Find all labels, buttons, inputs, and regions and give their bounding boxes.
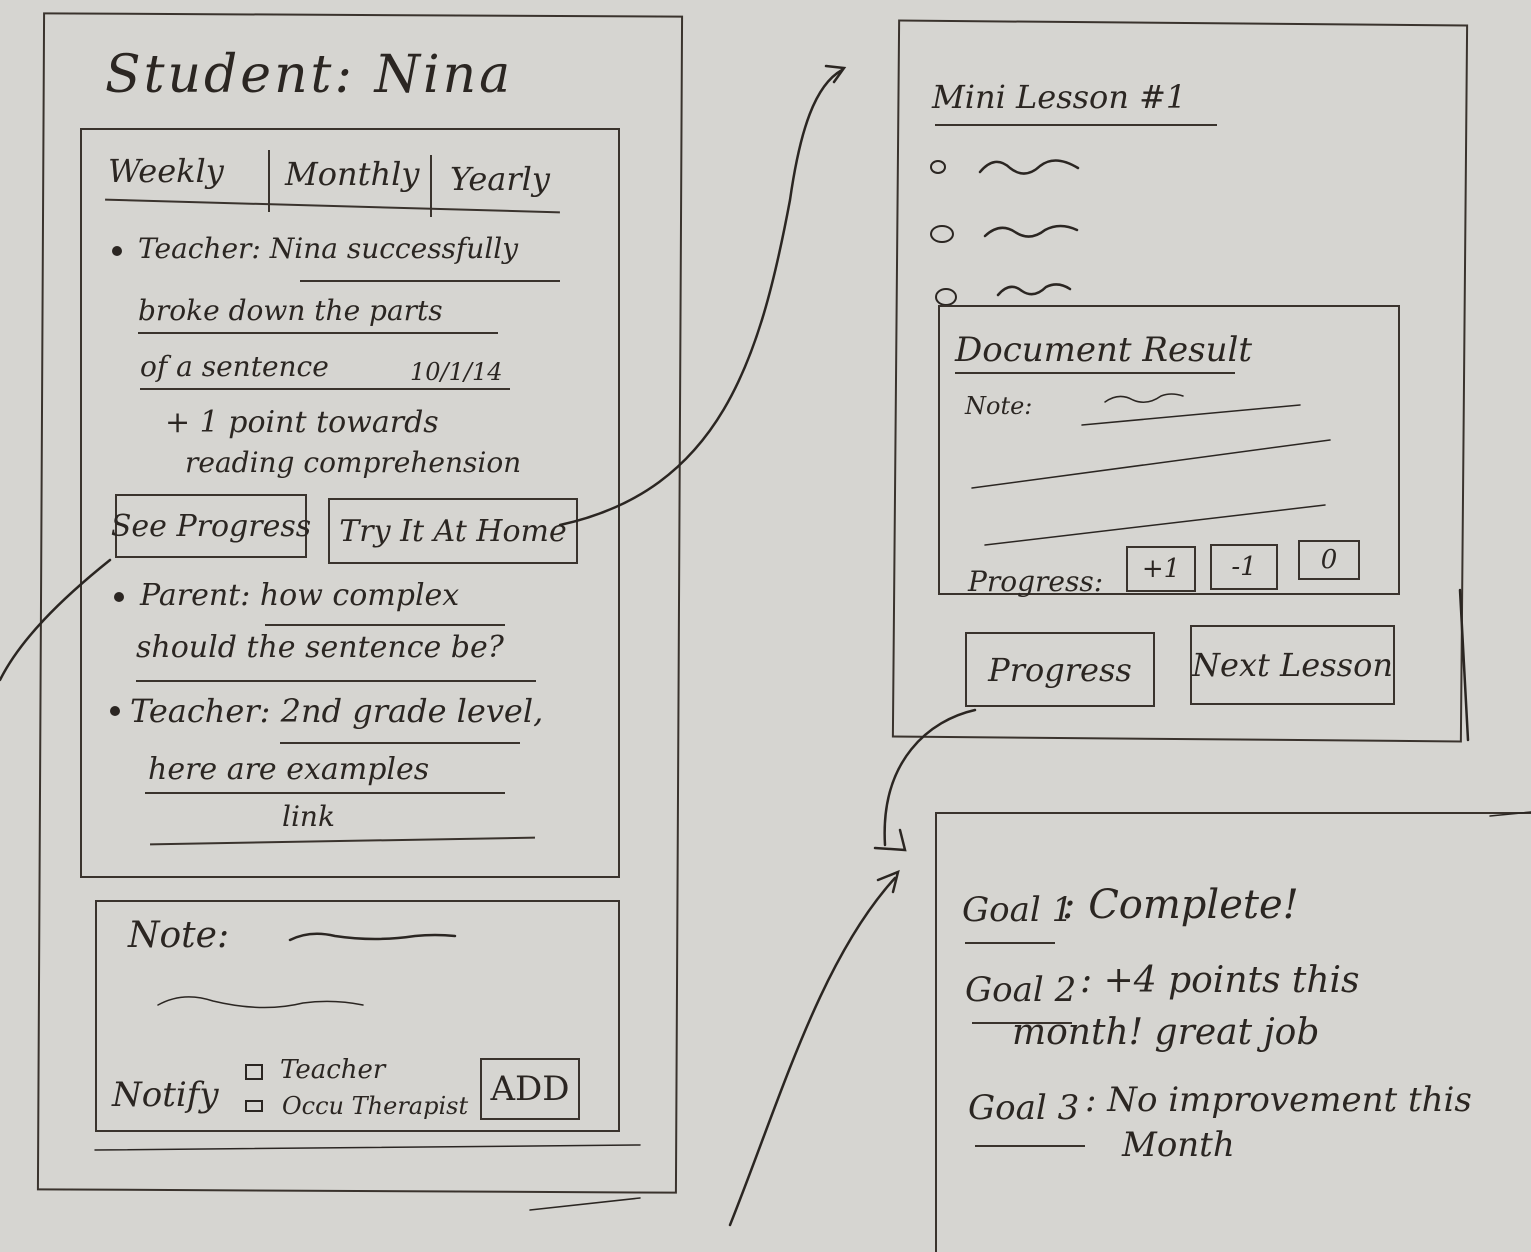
lesson-step-squiggle — [996, 283, 1072, 297]
flow-arrow — [558, 68, 844, 527]
note-squiggle — [288, 932, 457, 942]
note-squiggle — [157, 996, 364, 1009]
sketch-line — [94, 1144, 641, 1151]
sketch-strokes — [0, 64, 1531, 1227]
flow-arrowhead — [873, 828, 907, 852]
sketch-line — [529, 1197, 641, 1211]
note-squiggle — [1104, 393, 1184, 403]
note-blank-line — [984, 504, 1326, 546]
note-blank-line — [1081, 404, 1301, 426]
note-blank-line — [971, 439, 1331, 489]
flow-arrow — [883, 708, 977, 847]
flow-arrowhead — [876, 869, 900, 894]
flow-arrow — [0, 558, 112, 682]
lesson-step-squiggle — [978, 159, 1080, 175]
sketch-line — [1489, 811, 1531, 817]
lesson-step-squiggle — [983, 224, 1079, 238]
flow-arrow — [728, 876, 897, 1227]
sketch-line — [1458, 588, 1470, 742]
